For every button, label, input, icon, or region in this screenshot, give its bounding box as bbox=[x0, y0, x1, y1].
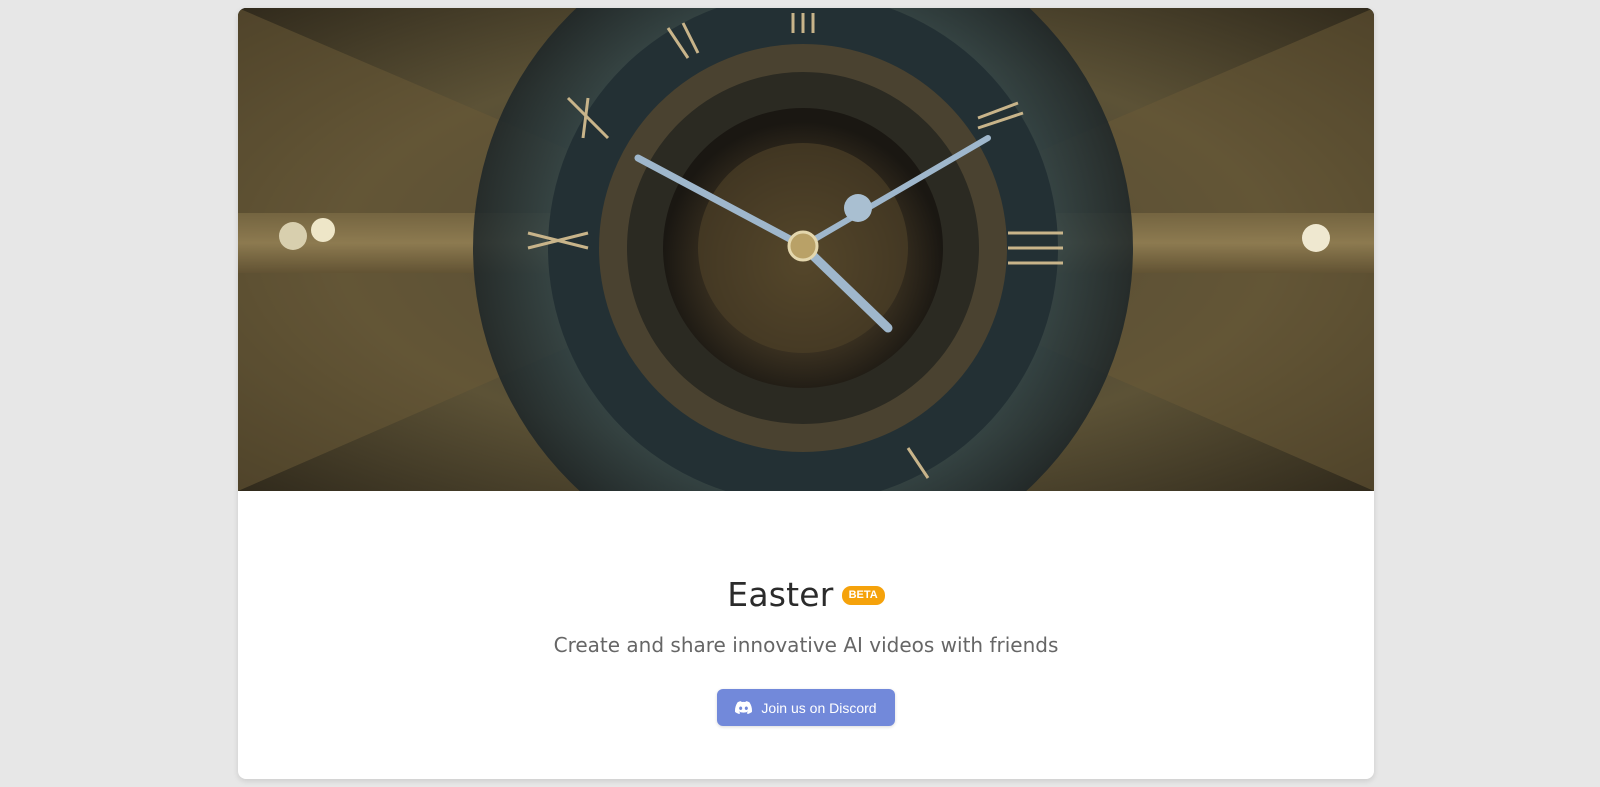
beta-badge: BETA bbox=[841, 586, 885, 605]
join-discord-button[interactable]: Join us on Discord bbox=[717, 689, 895, 726]
discord-icon bbox=[735, 701, 753, 714]
tagline: Create and share innovative AI videos wi… bbox=[553, 633, 1059, 657]
title-row: Easter BETA bbox=[238, 575, 1374, 614]
main-card: Easter BETA Create and share innovative … bbox=[238, 8, 1374, 779]
hero-content: Easter BETA Create and share innovative … bbox=[238, 491, 1374, 779]
discord-button-label: Join us on Discord bbox=[761, 699, 877, 716]
app-title: Easter bbox=[727, 575, 834, 614]
hero-clock-image bbox=[238, 8, 1374, 491]
